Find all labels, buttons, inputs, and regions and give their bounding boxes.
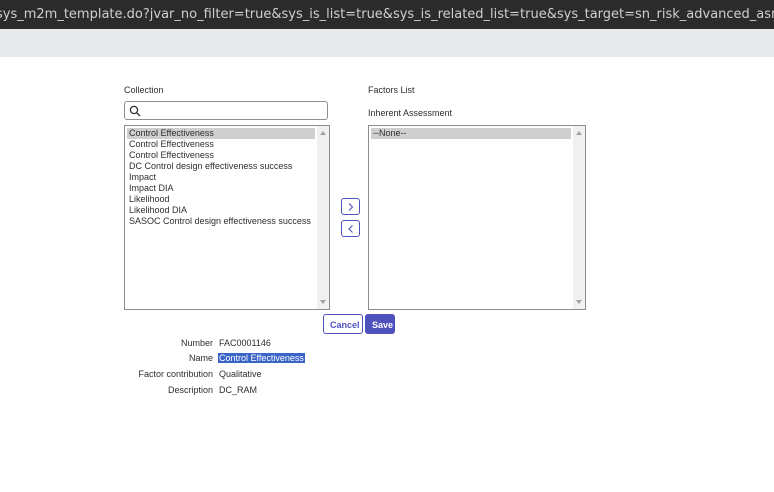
description-value: DC_RAM bbox=[219, 385, 258, 395]
search-icon bbox=[129, 105, 141, 117]
add-to-factors-button[interactable] bbox=[341, 198, 360, 215]
inherent-assessment-label: Inherent Assessment bbox=[368, 108, 453, 118]
list-item[interactable]: Control Effectiveness bbox=[127, 128, 315, 139]
collection-list[interactable]: Control Effectiveness Control Effectiven… bbox=[124, 125, 330, 310]
description-label: Description bbox=[167, 385, 213, 395]
url-bar[interactable]: sys_m2m_template.do?jvar_no_filter=true&… bbox=[0, 0, 774, 29]
factors-list[interactable]: --None-- bbox=[368, 125, 586, 310]
url-text: sys_m2m_template.do?jvar_no_filter=true&… bbox=[0, 7, 774, 22]
list-item[interactable]: DC Control design effectiveness success bbox=[127, 161, 315, 172]
number-label: Number bbox=[180, 338, 213, 348]
factor-contribution-value: Qualitative bbox=[219, 369, 262, 379]
cancel-button[interactable]: Cancel bbox=[323, 314, 363, 334]
collection-label: Collection bbox=[124, 85, 164, 95]
list-item[interactable]: Impact DIA bbox=[127, 183, 315, 194]
name-value: Control Effectiveness bbox=[218, 353, 305, 363]
list-item[interactable]: Likelihood bbox=[127, 194, 315, 205]
collection-search-input[interactable] bbox=[145, 104, 321, 117]
factors-list-label: Factors List bbox=[368, 85, 415, 95]
chevron-left-icon bbox=[348, 225, 353, 233]
list-item[interactable]: --None-- bbox=[371, 128, 571, 139]
collection-search[interactable] bbox=[124, 101, 328, 120]
list-item[interactable]: Control Effectiveness bbox=[127, 139, 315, 150]
remove-from-factors-button[interactable] bbox=[341, 220, 360, 237]
list-item[interactable]: Control Effectiveness bbox=[127, 150, 315, 161]
list-item[interactable]: SASOC Control design effectiveness succe… bbox=[127, 216, 315, 227]
chevron-right-icon bbox=[348, 203, 354, 211]
list-item[interactable]: Likelihood DIA bbox=[127, 205, 315, 216]
save-button[interactable]: Save bbox=[365, 314, 395, 334]
header-band bbox=[0, 29, 774, 57]
scroll-down-icon[interactable] bbox=[576, 300, 582, 304]
scroll-up-icon[interactable] bbox=[320, 131, 326, 135]
number-value: FAC0001146 bbox=[219, 338, 271, 348]
collection-scrollbar[interactable] bbox=[317, 126, 329, 309]
scroll-down-icon[interactable] bbox=[320, 300, 326, 304]
name-label: Name bbox=[188, 353, 213, 363]
list-item[interactable]: Impact bbox=[127, 172, 315, 183]
scroll-up-icon[interactable] bbox=[576, 131, 582, 135]
factor-contribution-label: Factor contribution bbox=[138, 369, 213, 379]
factors-scrollbar[interactable] bbox=[573, 126, 585, 309]
